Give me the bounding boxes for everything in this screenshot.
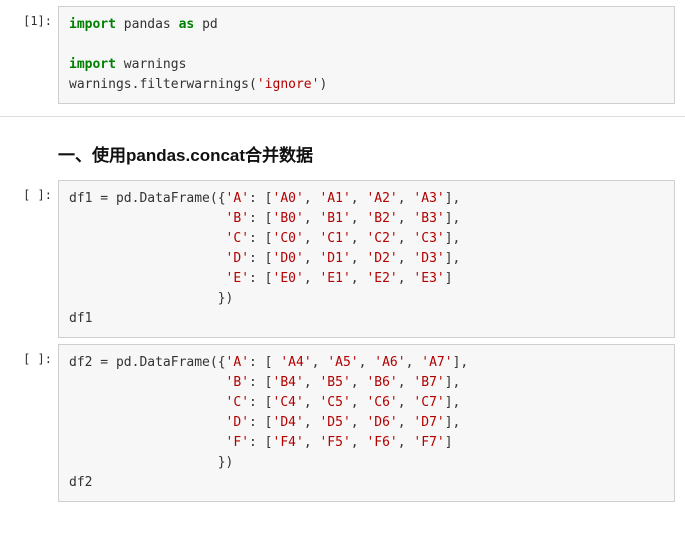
code-cell-3: [ ]: df2 = pd.DataFrame({'A': [ 'A4', 'A…	[0, 344, 685, 502]
code-text: pandas	[116, 17, 179, 32]
code-input-2[interactable]: df1 = pd.DataFrame({'A': ['A0', 'A1', 'A…	[58, 180, 675, 338]
code-text: )	[319, 77, 327, 92]
cell-prompt-1: [1]:	[0, 6, 58, 104]
keyword-as: as	[179, 17, 195, 32]
keyword-import: import	[69, 57, 116, 72]
section-divider	[0, 116, 685, 117]
cell-prompt-3: [ ]:	[0, 344, 58, 502]
string-literal: 'ignore'	[257, 77, 320, 92]
cell-prompt-2: [ ]:	[0, 180, 58, 338]
code-text: warnings.filterwarnings(	[69, 77, 257, 92]
code-input-3[interactable]: df2 = pd.DataFrame({'A': [ 'A4', 'A5', '…	[58, 344, 675, 502]
code-cell-1: [1]: import pandas as pd import warnings…	[0, 6, 685, 104]
code-text: warnings	[116, 57, 186, 72]
code-input-1[interactable]: import pandas as pd import warnings warn…	[58, 6, 675, 104]
keyword-import: import	[69, 17, 116, 32]
code-cell-2: [ ]: df1 = pd.DataFrame({'A': ['A0', 'A1…	[0, 180, 685, 338]
code-text: pd	[194, 17, 217, 32]
section-heading: 一、使用pandas.concat合并数据	[58, 141, 685, 166]
markdown-cell: 一、使用pandas.concat合并数据	[58, 141, 685, 166]
